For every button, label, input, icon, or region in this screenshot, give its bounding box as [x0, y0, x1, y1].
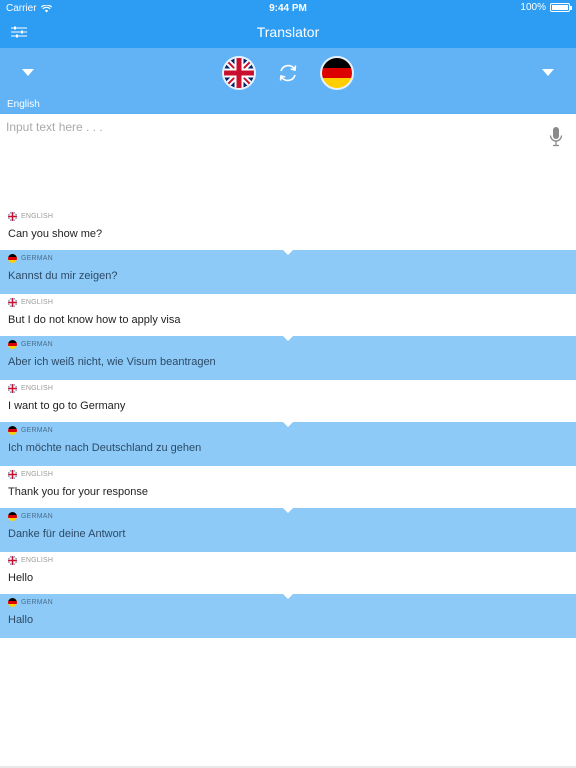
language-tag: GERMAN: [21, 599, 53, 606]
item-header: ENGLISH: [8, 212, 53, 221]
source-text: I want to go to Germany: [8, 400, 126, 412]
uk-flag-icon: [8, 556, 17, 565]
item-header: ENGLISH: [8, 470, 53, 479]
source-language-label: English: [7, 99, 40, 110]
list-item[interactable]: GERMAN Hallo: [0, 593, 576, 638]
source-flag-button[interactable]: [222, 56, 256, 90]
language-bar: English: [0, 48, 576, 114]
item-header: GERMAN: [8, 340, 53, 349]
language-tag: GERMAN: [21, 427, 53, 434]
page-title: Translator: [256, 24, 320, 40]
target-language-dropdown[interactable]: [536, 64, 560, 80]
status-right: 100%: [520, 2, 572, 13]
language-tag: ENGLISH: [21, 299, 54, 306]
uk-flag-icon: [8, 298, 17, 307]
item-header: GERMAN: [8, 512, 53, 521]
nav-bar: Translator: [0, 16, 576, 48]
language-tag: GERMAN: [21, 255, 53, 262]
uk-flag-icon: [8, 384, 17, 393]
uk-flag-icon: [224, 58, 254, 88]
translated-text: Aber ich weiß nicht, wie Visum beantrage…: [8, 356, 216, 368]
list-item[interactable]: ENGLISH Hello: [0, 552, 576, 594]
source-text: Thank you for your response: [8, 486, 149, 498]
microphone-icon: [549, 127, 563, 147]
item-header: GERMAN: [8, 426, 53, 435]
translated-text: Hallo: [8, 614, 34, 626]
language-tag: GERMAN: [21, 513, 53, 520]
conversation-list: ENGLISH Can you show me? GERMAN Kannst d…: [0, 208, 576, 638]
swap-languages-button[interactable]: [276, 61, 300, 85]
source-text: Can you show me?: [8, 228, 103, 240]
language-tag: ENGLISH: [21, 557, 54, 564]
translation-input[interactable]: [6, 120, 526, 200]
germany-flag-icon: [322, 58, 352, 88]
item-header: ENGLISH: [8, 298, 53, 307]
list-item[interactable]: GERMAN Kannst du mir zeigen?: [0, 249, 576, 294]
language-tag: ENGLISH: [21, 471, 54, 478]
list-item[interactable]: ENGLISH But I do not know how to apply v…: [0, 294, 576, 336]
item-header: ENGLISH: [8, 384, 53, 393]
germany-flag-icon: [8, 512, 17, 521]
status-time: 9:44 PM: [269, 3, 307, 14]
battery-percent: 100%: [520, 2, 546, 13]
input-area: [0, 114, 576, 208]
list-item[interactable]: ENGLISH Can you show me?: [0, 208, 576, 250]
translated-text: Danke für deine Antwort: [8, 528, 126, 540]
germany-flag-icon: [8, 254, 17, 263]
chevron-down-icon: [542, 69, 554, 76]
list-item[interactable]: GERMAN Aber ich weiß nicht, wie Visum be…: [0, 335, 576, 380]
item-header: GERMAN: [8, 254, 53, 263]
list-item[interactable]: ENGLISH Thank you for your response: [0, 466, 576, 508]
germany-flag-icon: [8, 340, 17, 349]
list-item[interactable]: GERMAN Ich möchte nach Deutschland zu ge…: [0, 421, 576, 466]
chevron-down-icon: [22, 69, 34, 76]
item-header: GERMAN: [8, 598, 53, 607]
uk-flag-icon: [8, 212, 17, 221]
source-text: But I do not know how to apply visa: [8, 314, 181, 326]
language-tag: ENGLISH: [21, 385, 54, 392]
uk-flag-icon: [8, 470, 17, 479]
microphone-button[interactable]: [548, 126, 564, 148]
language-tag: ENGLISH: [21, 213, 54, 220]
source-language-dropdown[interactable]: [16, 64, 40, 80]
germany-flag-icon: [8, 426, 17, 435]
germany-flag-icon: [8, 598, 17, 607]
source-text: Hello: [8, 572, 34, 584]
item-header: ENGLISH: [8, 556, 53, 565]
battery-icon: [550, 3, 572, 12]
target-flag-button[interactable]: [320, 56, 354, 90]
translated-text: Kannst du mir zeigen?: [8, 270, 118, 282]
language-tag: GERMAN: [21, 341, 53, 348]
status-bar: Carrier 9:44 PM 100%: [0, 0, 576, 16]
translated-text: Ich möchte nach Deutschland zu gehen: [8, 442, 202, 454]
swap-arrows-icon: [279, 64, 297, 82]
list-item[interactable]: ENGLISH I want to go to Germany: [0, 380, 576, 422]
list-item[interactable]: GERMAN Danke für deine Antwort: [0, 507, 576, 552]
